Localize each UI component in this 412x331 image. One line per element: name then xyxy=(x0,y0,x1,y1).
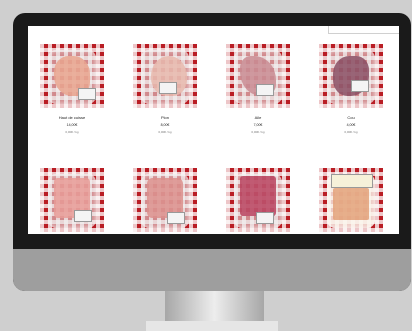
price-label-sticker xyxy=(74,210,92,222)
price-label-sticker xyxy=(256,84,274,96)
product-unit-price: 0,00€ / kg xyxy=(344,130,358,134)
price-label-sticker xyxy=(256,212,274,224)
price-label-sticker xyxy=(167,212,185,224)
product-card[interactable]: Haut de cuisse 14,00€ 0,00€ / kg xyxy=(40,44,104,134)
product-card[interactable]: Cou 4,00€ 0,00€ / kg xyxy=(319,44,383,134)
product-image[interactable] xyxy=(133,168,197,232)
product-price: 14,00€ xyxy=(66,123,78,127)
price-label-sticker xyxy=(78,88,96,100)
product-card[interactable] xyxy=(226,168,290,232)
product-image[interactable] xyxy=(226,44,290,108)
product-unit-price: 0,00€ / kg xyxy=(158,130,172,134)
product-label-sticker xyxy=(331,174,373,188)
search-input[interactable] xyxy=(328,26,399,34)
product-image[interactable] xyxy=(226,168,290,232)
product-image[interactable] xyxy=(319,168,383,232)
product-card[interactable]: Plon 8,00€ 0,00€ / kg xyxy=(133,44,197,134)
product-price: 4,00€ xyxy=(346,123,356,127)
product-name[interactable]: Plon xyxy=(133,115,197,120)
meat-piece xyxy=(240,176,276,216)
product-card[interactable] xyxy=(133,168,197,232)
price-label-sticker xyxy=(159,82,177,94)
product-image[interactable] xyxy=(319,44,383,108)
product-name[interactable]: Aile xyxy=(226,115,290,120)
product-unit-price: 0,00€ / kg xyxy=(65,130,79,134)
meat-piece xyxy=(333,188,369,220)
product-image[interactable] xyxy=(40,44,104,108)
monitor-stand-base xyxy=(146,321,278,331)
price-label-sticker xyxy=(351,80,369,92)
product-price: 8,00€ xyxy=(160,123,170,127)
product-card[interactable] xyxy=(319,168,383,232)
product-image[interactable] xyxy=(133,44,197,108)
screen-content: Haut de cuisse 14,00€ 0,00€ / kg Plon 8,… xyxy=(28,26,399,234)
product-price: 7,00€ xyxy=(253,123,263,127)
product-image[interactable] xyxy=(40,168,104,232)
product-name[interactable]: Haut de cuisse xyxy=(40,115,104,120)
monitor-chin xyxy=(13,249,411,291)
product-unit-price: 0,00€ / kg xyxy=(251,130,265,134)
product-card[interactable] xyxy=(40,168,104,232)
product-card[interactable]: Aile 7,00€ 0,00€ / kg xyxy=(226,44,290,134)
product-name[interactable]: Cou xyxy=(319,115,383,120)
